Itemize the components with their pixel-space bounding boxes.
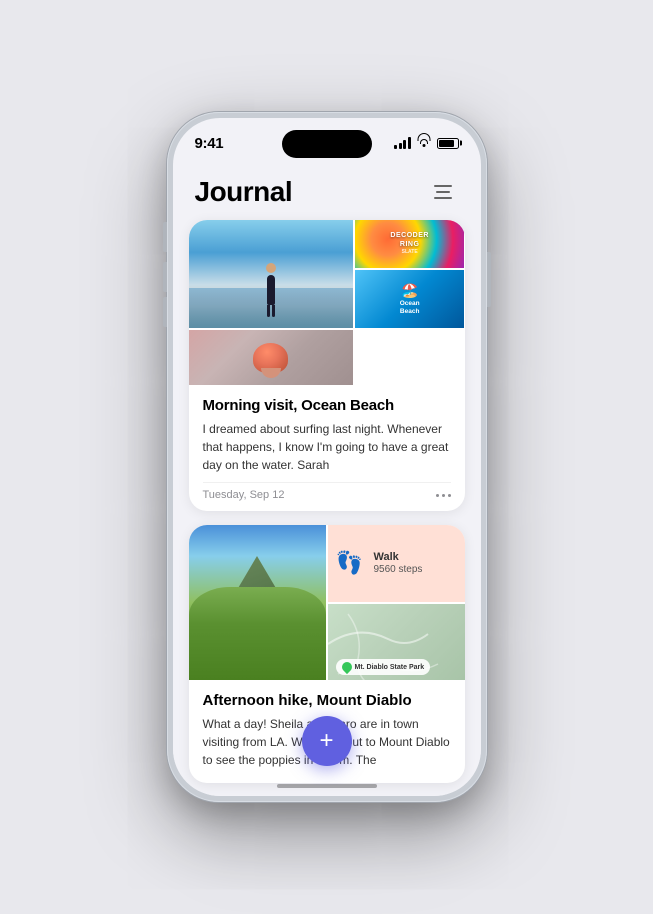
map-pin-icon xyxy=(339,660,353,674)
dynamic-island xyxy=(282,130,372,158)
map-location-badge: Mt. Diablo State Park xyxy=(336,659,431,675)
map-location-text: Mt. Diablo State Park xyxy=(355,664,425,671)
beach-emoji: 🏖️ xyxy=(401,282,418,299)
map-widget: Mt. Diablo State Park xyxy=(328,604,465,681)
walk-label: Walk xyxy=(374,551,423,564)
phone-frame: 9:41 Journal xyxy=(167,112,487,802)
app-title: Journal xyxy=(195,176,293,208)
card-title-ocean: Morning visit, Ocean Beach xyxy=(203,397,451,414)
ocean-beach-label: OceanBeach xyxy=(400,300,420,316)
hike-photo-grid: 👣 Walk 9560 steps xyxy=(189,525,465,680)
decoder-ring-label: DECODERRING xyxy=(390,232,429,249)
slate-label: SLATE xyxy=(390,249,429,255)
decoder-ring-photo: DECODERRING SLATE xyxy=(355,220,465,268)
menu-button[interactable] xyxy=(427,176,459,208)
meadow-shape xyxy=(189,587,326,680)
card-date-ocean: Tuesday, Sep 12 xyxy=(203,489,285,501)
home-indicator xyxy=(277,784,377,788)
surf-photo xyxy=(189,220,353,328)
card-footer-ocean: Tuesday, Sep 12 xyxy=(203,482,451,501)
journal-card-ocean-beach[interactable]: DECODERRING SLATE 🏖️ OceanBeach xyxy=(189,220,465,511)
signal-icon xyxy=(394,137,411,149)
app-header: Journal xyxy=(173,168,481,220)
footprint-icon: 👣 xyxy=(336,550,363,576)
photo-grid-ocean: DECODERRING SLATE 🏖️ OceanBeach xyxy=(189,220,465,385)
surfer-figure xyxy=(263,263,279,308)
fab-plus-icon: + xyxy=(319,729,333,753)
hike-photo xyxy=(189,525,326,680)
shell-visual xyxy=(253,343,288,373)
status-icons xyxy=(394,137,459,149)
battery-icon xyxy=(437,138,459,149)
shell-photo xyxy=(189,330,353,385)
walk-steps: 9560 steps xyxy=(374,564,423,575)
card-body-ocean: Morning visit, Ocean Beach I dreamed abo… xyxy=(189,385,465,511)
card-text-ocean: I dreamed about surfing last night. When… xyxy=(203,420,451,474)
status-time: 9:41 xyxy=(195,135,224,152)
new-entry-fab[interactable]: + xyxy=(302,716,352,766)
ocean-beach-photo: 🏖️ OceanBeach xyxy=(355,270,465,328)
app-content[interactable]: Journal xyxy=(173,168,481,796)
card-more-button[interactable] xyxy=(436,494,451,497)
walk-widget: 👣 Walk 9560 steps xyxy=(328,525,465,602)
hike-card-title: Afternoon hike, Mount Diablo xyxy=(203,692,451,709)
wifi-icon xyxy=(416,137,432,149)
phone-screen: 9:41 Journal xyxy=(173,118,481,796)
